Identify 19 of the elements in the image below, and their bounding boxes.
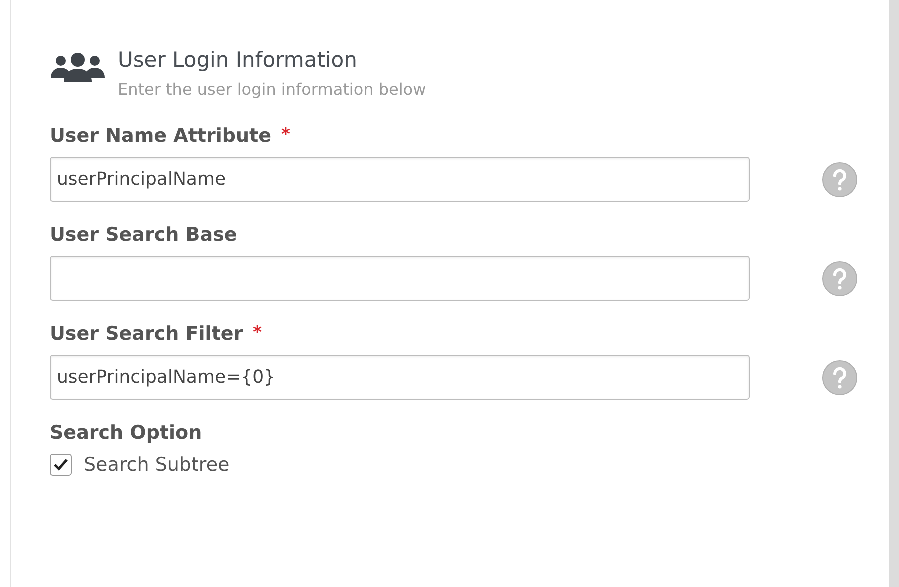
help-icon[interactable]: [822, 360, 858, 396]
help-icon[interactable]: [822, 162, 858, 198]
section-subtitle: Enter the user login information below: [118, 80, 426, 99]
input-field[interactable]: userPrincipalName: [50, 157, 750, 202]
field-label: User Name Attribute: [50, 125, 272, 147]
input-field[interactable]: [50, 256, 750, 301]
field-label: User Search Base: [50, 224, 238, 246]
scrollbar[interactable]: [889, 0, 899, 587]
field-label: User Search Filter: [50, 323, 244, 345]
input-field[interactable]: userPrincipalName={0}: [50, 355, 750, 400]
required-mark: *: [253, 323, 262, 345]
group-label: Search Option: [50, 422, 202, 444]
section-title: User Login Information: [118, 47, 358, 74]
users-icon: [50, 52, 106, 82]
checkbox-label: Search Subtree: [84, 454, 230, 476]
help-icon[interactable]: [822, 260, 858, 296]
checkmark-icon: [53, 458, 69, 472]
required-mark: *: [281, 125, 290, 147]
checkbox[interactable]: [50, 454, 72, 476]
